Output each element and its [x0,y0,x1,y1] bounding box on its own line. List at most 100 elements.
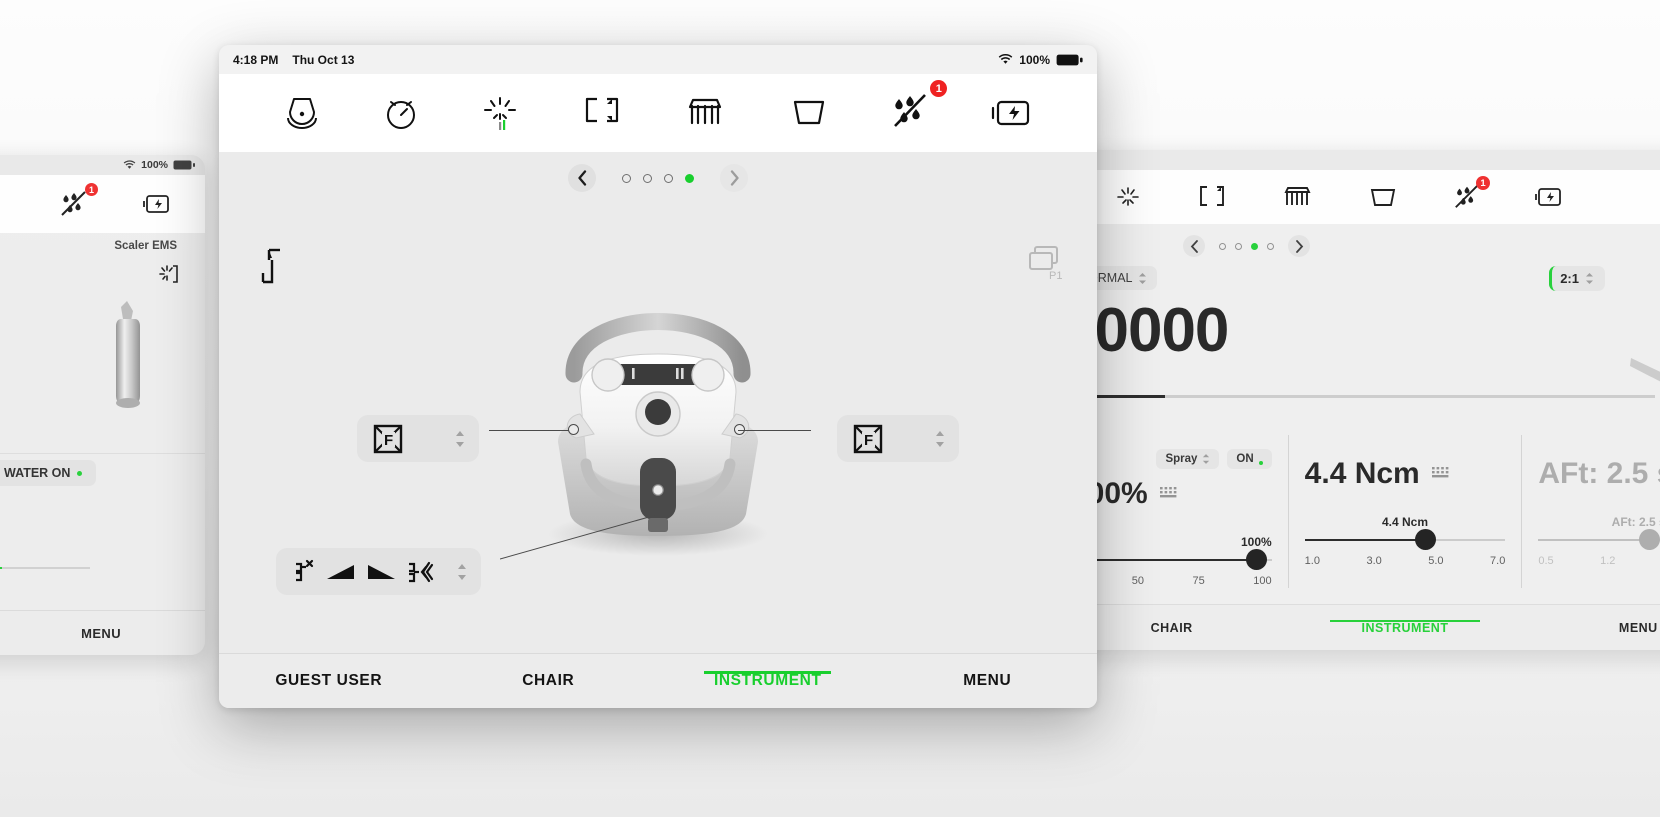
bg-right-tab-menu[interactable]: MENU [1522,621,1660,635]
power-instrument-icon[interactable] [143,191,173,217]
chair-position-icon[interactable] [578,91,626,135]
bg-left-divider [0,453,205,454]
page-dot-active[interactable] [685,173,694,183]
tick: 7.0 [1490,555,1506,567]
aft-slider-fill [1538,539,1649,541]
pedal-step-icon[interactable] [255,247,285,285]
no-function-assigned-icon: F [373,424,403,454]
power-slider-track[interactable] [1071,549,1272,570]
power-slider-knob[interactable] [1245,549,1267,570]
status-bar: 4:18 PM Thu Oct 13 100% [219,45,1097,74]
aft-value: AFt: 2.5 s [1538,457,1660,490]
water-off-icon[interactable]: 1 [887,80,948,136]
bg-left-water-state[interactable]: WATER ON [0,460,97,486]
bg-right-page-dots[interactable] [1219,242,1274,250]
cuspidor-icon[interactable] [680,91,730,135]
page-dots[interactable] [622,173,694,183]
cuspidor-icon[interactable] [1281,183,1315,211]
tab-guest-user[interactable]: GUEST USER [219,672,439,690]
water-off-badge: 1 [1476,176,1490,190]
suction-icon[interactable] [280,91,324,135]
torque-slider-ticks: 1.0 3.0 5.0 7.0 [1305,555,1506,567]
torque-slider-track[interactable] [1304,529,1506,550]
top-toolbar: 1 [219,74,1097,152]
no-function-assigned-icon: F [853,424,883,454]
spray-on-toggle[interactable]: ON [1227,449,1272,469]
bg-right-pager [1055,224,1660,268]
water-off-icon[interactable]: 1 [1451,176,1490,211]
preset-p1-icon[interactable]: P1 [1025,242,1067,282]
timer-icon[interactable] [379,91,423,135]
page-dot[interactable] [664,173,673,183]
bowl-rinse-icon[interactable] [1367,183,1399,211]
stepper-icon[interactable] [454,430,466,448]
stepper-icon[interactable] [456,563,468,581]
page-dot[interactable] [643,173,652,183]
battery-full-icon [173,160,195,170]
page-dot[interactable] [1219,242,1226,250]
left-pedal-function-select[interactable]: F [357,415,479,462]
chevron-left-icon[interactable] [568,164,596,192]
tick: 5.0 [1428,555,1444,567]
background-panel-right: 1 Micromotor NORMAL [1055,150,1660,650]
bg-left-slider-fill [0,567,2,569]
bg-left-slider-track[interactable] [0,567,90,569]
status-time: 4:18 PM [233,52,279,67]
chevron-left-icon[interactable] [1183,235,1205,257]
operating-light-icon[interactable] [477,90,523,136]
power-instrument-icon[interactable] [1535,184,1565,210]
chair-position-icon[interactable] [1195,183,1229,211]
pedal-configuration-canvas: P1 F F [219,204,1097,656]
right-leader-line [738,430,811,431]
spray-pedal-icon [406,559,434,585]
torque-value-row: 4.4 Ncm [1305,457,1506,491]
power-slider-ticks: 25 50 75 100 [1071,575,1272,587]
bg-right-parameter-cards: Spray ON 100% 100% 50 75 100 4.4 Ncm 4.4… [1055,435,1660,588]
aft-slider-track[interactable] [1538,529,1660,550]
left-leader-line [489,430,569,431]
cross-pedal-icon [292,559,316,585]
bottom-leader-line [500,514,657,560]
instrument-light-icon[interactable] [0,252,205,291]
page-dot-active[interactable] [1251,242,1258,250]
bowl-rinse-icon[interactable] [785,91,833,135]
scaler-handpiece-image [0,291,205,411]
right-pedal-function-select[interactable]: F [837,415,959,462]
tab-chair[interactable]: CHAIR [439,672,659,690]
bg-right-ratio-select[interactable]: 2:1 [1549,266,1605,291]
page-dot[interactable] [1267,242,1274,250]
aft-slider-value: AFt: 2.5 s [1611,515,1660,529]
tick: 3.0 [1366,555,1382,567]
power-instrument-icon[interactable] [990,93,1036,133]
bg-left-menu-label: MENU [81,625,121,641]
tab-instrument[interactable]: INSTRUMENT [658,671,878,690]
spray-select[interactable]: Spray [1156,449,1220,469]
keypad-icon[interactable] [1159,487,1178,501]
stepper-icon[interactable] [934,430,946,448]
bg-left-menu-tab[interactable]: MENU [0,610,205,655]
water-off-icon[interactable]: 1 [57,183,98,219]
bg-right-ratio-label: 2:1 [1560,271,1579,286]
page-dot[interactable] [1235,242,1242,250]
tab-menu[interactable]: MENU [878,672,1098,690]
tablet-window: 4:18 PM Thu Oct 13 100% 1 P1 F F GUEST U… [219,45,1097,708]
operating-light-icon[interactable] [1113,183,1143,211]
torque-slider-knob[interactable] [1415,529,1437,550]
torque-slider-value: 4.4 Ncm [1381,515,1429,529]
bottom-nav: GUEST USER CHAIR INSTRUMENT MENU [219,653,1097,708]
svg-text:P1: P1 [1049,270,1062,282]
torque-value: 4.4 Ncm [1304,457,1420,490]
bg-left-status-bar: 100% [0,155,205,175]
bg-left-water-label: WATER ON [4,466,71,480]
bg-right-tab-instrument[interactable]: INSTRUMENT [1288,619,1521,635]
page-dot[interactable] [622,173,631,183]
bg-right-rpm-track[interactable] [1055,395,1655,398]
ramp-down-icon [366,563,396,581]
chevron-right-icon[interactable] [720,164,748,192]
stepper-icon [1138,272,1147,285]
power-card-chips: Spray ON [1071,449,1272,469]
pedal-mode-select[interactable] [276,548,481,595]
keypad-icon[interactable] [1431,467,1450,481]
chevron-right-icon[interactable] [1288,235,1310,257]
aft-slider-knob[interactable] [1638,529,1660,550]
